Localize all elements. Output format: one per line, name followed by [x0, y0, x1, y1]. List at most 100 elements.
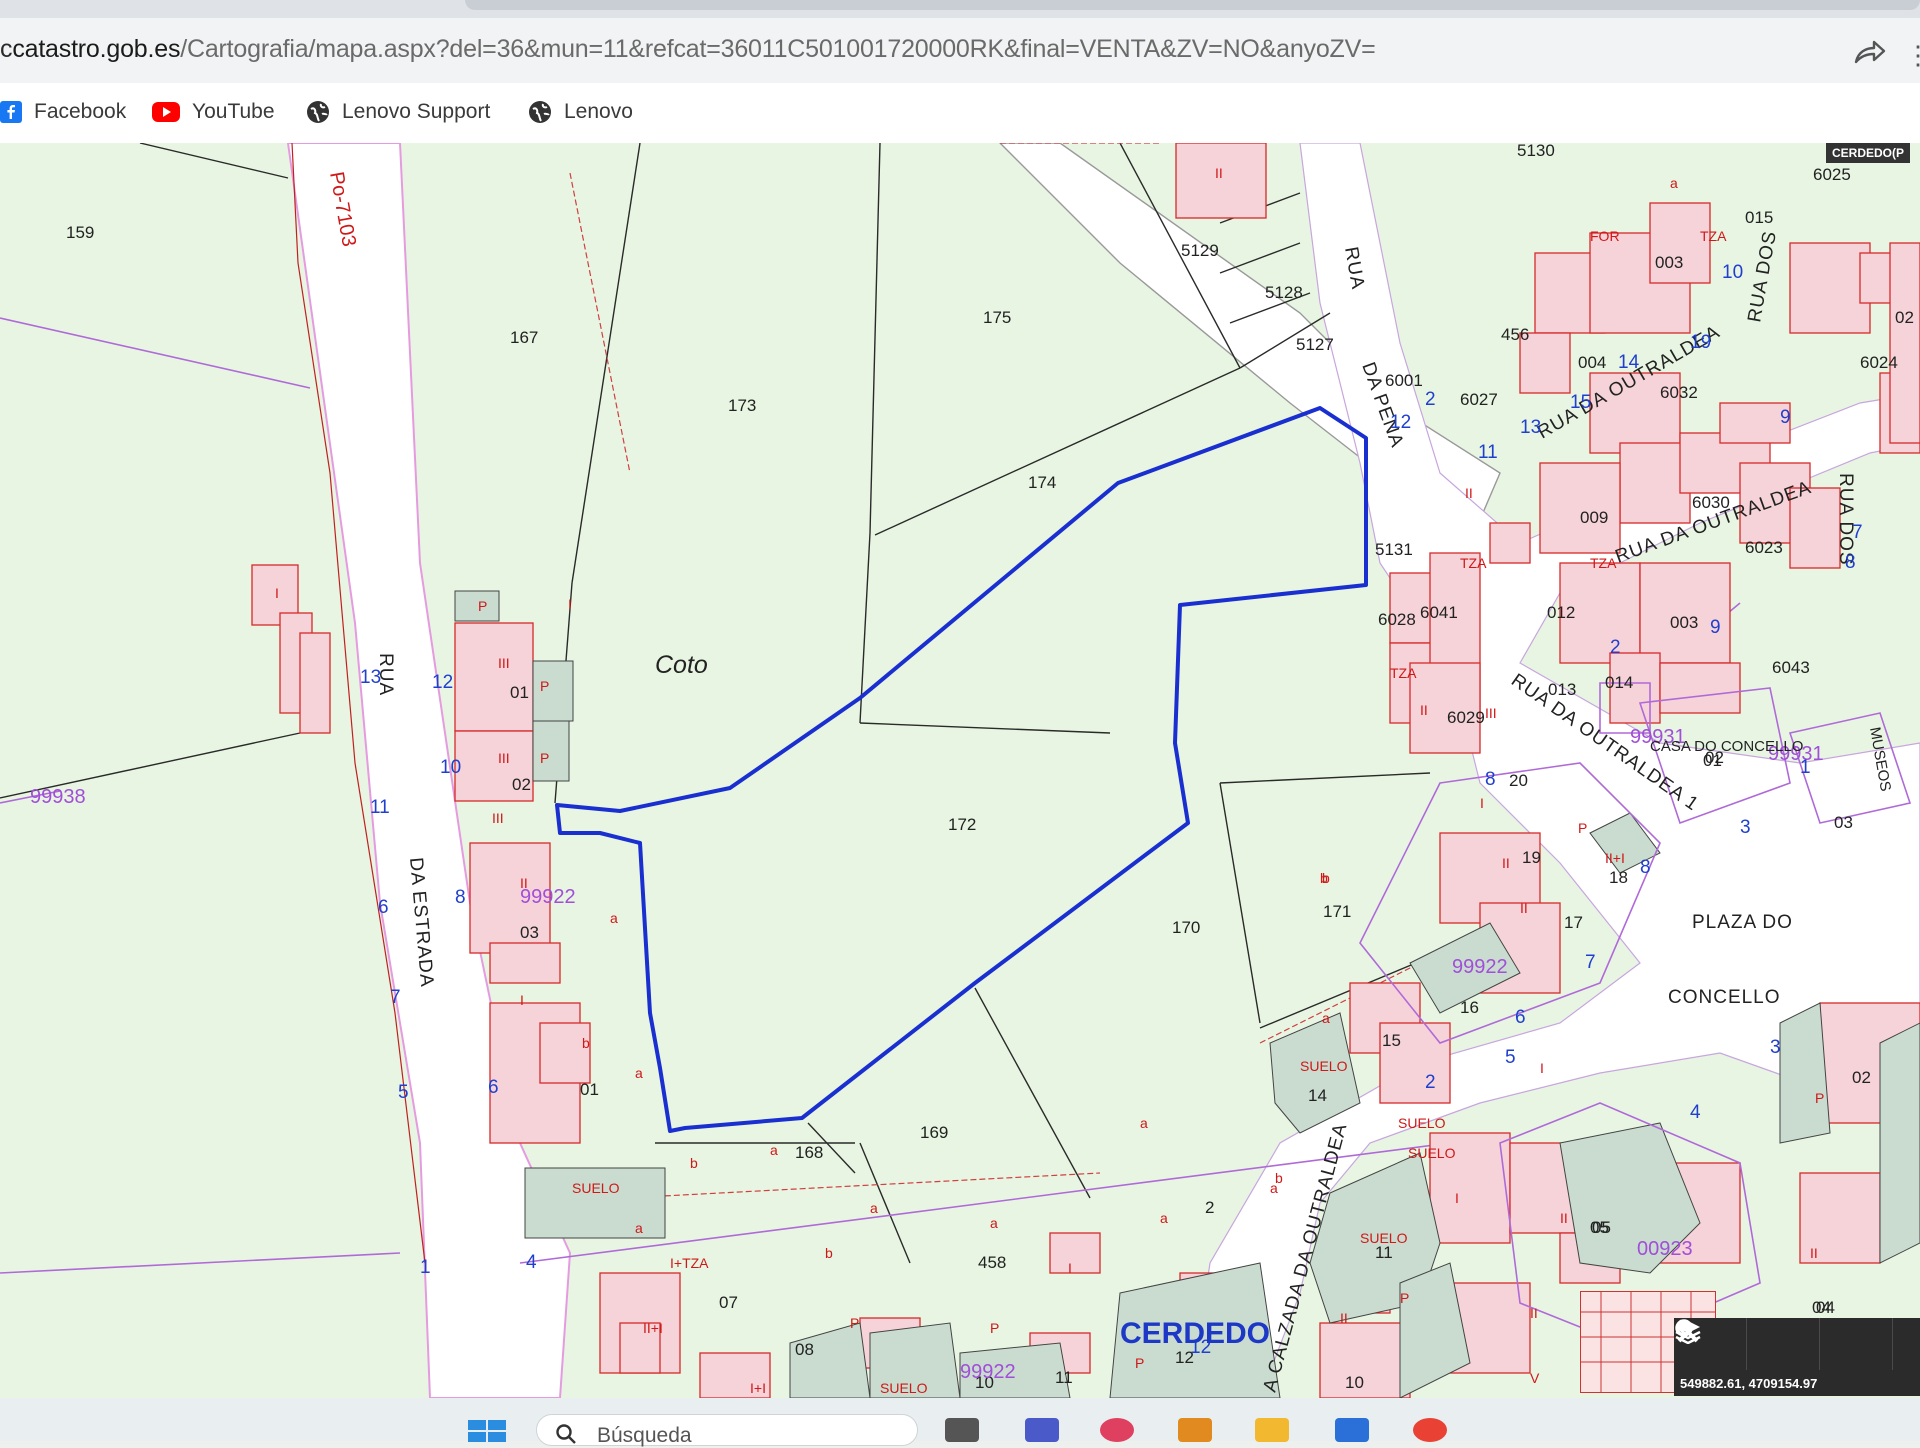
house-number: 9 [1780, 407, 1791, 428]
subparcel-code: I+TZA [670, 1255, 709, 1271]
bookmark-facebook[interactable]: Facebook [0, 97, 126, 127]
extensions-icon[interactable]: ⋮ [1905, 40, 1920, 71]
search-icon [556, 1424, 576, 1444]
svg-text:168: 168 [795, 1143, 823, 1162]
subparcel-code: a [1322, 1010, 1330, 1026]
road-label: CONCELLO [1668, 987, 1781, 1008]
subparcel-code: I [520, 992, 524, 1008]
taskbar-search[interactable]: Búsqueda [536, 1414, 918, 1447]
house-number: 14 [1618, 352, 1640, 373]
subparcel-code: II [1340, 1310, 1348, 1326]
svg-text:6001: 6001 [1385, 371, 1423, 390]
subparcel-code: a [870, 1200, 878, 1216]
svg-text:17: 17 [1564, 913, 1583, 932]
svg-text:02: 02 [512, 775, 531, 794]
back-button[interactable] [1676, 1318, 1920, 1370]
svg-text:18: 18 [1609, 868, 1628, 887]
svg-text:10: 10 [1345, 1373, 1364, 1392]
svg-text:19: 19 [1522, 848, 1541, 867]
svg-text:6029: 6029 [1447, 708, 1485, 727]
subparcel-code: b [1275, 1170, 1283, 1186]
block-code: 99938 [30, 786, 86, 808]
arrow-left-icon [1676, 1320, 1694, 1336]
subparcel-code: TZA [1460, 555, 1487, 571]
map-controls [1674, 1318, 1920, 1370]
svg-text:169: 169 [920, 1123, 948, 1142]
svg-text:003: 003 [1655, 253, 1683, 272]
bookmark-lenovo-support[interactable]: Lenovo Support [306, 97, 490, 127]
active-tab[interactable] [465, 0, 1920, 10]
house-number: 13 [1520, 417, 1541, 438]
subparcel-code: a [1670, 175, 1678, 191]
subparcel-code: TZA [1700, 228, 1727, 244]
cadastral-map[interactable]: 159 167 173 175 174 172 170 171 169 168 … [0, 143, 1920, 1398]
house-number: 6 [378, 897, 389, 918]
subparcel-code: FOR [1590, 228, 1620, 244]
svg-text:03: 03 [1834, 813, 1853, 832]
svg-text:6027: 6027 [1460, 390, 1498, 409]
svg-text:14: 14 [1308, 1086, 1327, 1105]
windows-start-icon[interactable] [468, 1420, 508, 1442]
taskbar-app-icon[interactable] [1025, 1418, 1059, 1442]
svg-text:5129: 5129 [1181, 241, 1219, 260]
bookmarks-bar: Facebook YouTube Lenovo Support Lenovo [0, 83, 1920, 143]
subparcel-code: TZA [1590, 555, 1617, 571]
house-number: 6 [488, 1077, 499, 1098]
search-button[interactable] [1675, 1318, 1820, 1370]
svg-text:16: 16 [1460, 998, 1479, 1017]
share-icon[interactable] [1852, 38, 1886, 68]
layers-button[interactable] [1675, 1318, 1893, 1370]
url-text[interactable]: ccatastro.gob.es/Cartografia/mapa.aspx?d… [0, 35, 1376, 64]
svg-text:009: 009 [1580, 508, 1608, 527]
subparcel-code: P [1815, 1090, 1824, 1106]
house-number: 19 [1690, 332, 1711, 353]
svg-text:5131: 5131 [1375, 540, 1413, 559]
subparcel-code: a [1140, 1115, 1148, 1131]
map-canvas[interactable]: 159 167 173 175 174 172 170 171 169 168 … [0, 143, 1920, 1398]
subparcel-code: a [635, 1065, 643, 1081]
chrome-icon[interactable] [1413, 1418, 1447, 1442]
globe-icon [307, 101, 329, 123]
subparcel-code: III [492, 810, 504, 826]
house-number: 1 [420, 1257, 431, 1278]
bookmark-youtube[interactable]: YouTube [152, 97, 275, 127]
building-label: CASA DO CONCELLO [1650, 738, 1803, 755]
house-number: 4 [1690, 1102, 1701, 1123]
svg-text:6043: 6043 [1772, 658, 1810, 677]
subparcel-code: I [1068, 1260, 1072, 1276]
taskbar-app-icon[interactable] [1178, 1418, 1212, 1442]
house-number: 3 [1740, 817, 1751, 838]
house-number: 5 [398, 1082, 409, 1103]
svg-text:172: 172 [948, 815, 976, 834]
svg-text:5130: 5130 [1517, 143, 1555, 160]
subparcel-code: III [498, 655, 510, 671]
subparcel-code: II [1420, 702, 1428, 718]
subparcel-code: II [1560, 1210, 1568, 1226]
bookmark-lenovo[interactable]: Lenovo [528, 97, 633, 127]
address-bar[interactable]: ccatastro.gob.es/Cartografia/mapa.aspx?d… [0, 18, 1920, 84]
svg-text:173: 173 [728, 396, 756, 415]
svg-text:174: 174 [1028, 473, 1056, 492]
house-number: 8 [1845, 552, 1856, 573]
svg-text:175: 175 [983, 308, 1011, 327]
svg-text:014: 014 [1605, 673, 1633, 692]
folder-icon[interactable] [1255, 1418, 1289, 1442]
house-number: 2 [1425, 389, 1436, 410]
subparcel-code: II [1530, 1305, 1538, 1321]
taskbar-app-icon[interactable] [1100, 1418, 1134, 1442]
svg-text:6041: 6041 [1420, 603, 1458, 622]
house-number: 11 [1478, 442, 1498, 463]
subparcel-code: P [850, 1315, 859, 1331]
taskbar: Búsqueda [0, 1398, 1920, 1447]
subparcel-code: SUELO [1398, 1115, 1446, 1131]
svg-text:5127: 5127 [1296, 335, 1334, 354]
subparcel-code: II [520, 875, 528, 891]
svg-text:6023: 6023 [1745, 538, 1783, 557]
svg-text:003: 003 [1670, 613, 1698, 632]
taskbar-app-icon[interactable] [945, 1418, 979, 1442]
subparcel-code: P [1400, 1290, 1409, 1306]
subparcel-code: II [1215, 165, 1223, 181]
store-icon[interactable] [1335, 1418, 1369, 1442]
subparcel-code: a [990, 1215, 998, 1231]
svg-text:04: 04 [1812, 1298, 1831, 1317]
